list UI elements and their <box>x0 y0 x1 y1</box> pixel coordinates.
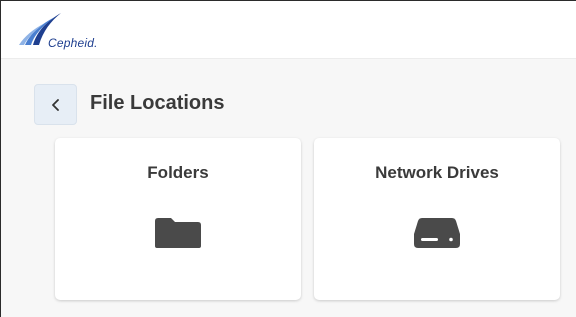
page-title: File Locations <box>90 92 225 114</box>
hard-drive-icon <box>414 218 460 248</box>
app-window: Cepheid. File Locations Folders Network … <box>0 0 576 317</box>
chevron-left-icon <box>51 98 59 111</box>
app-header: Cepheid. <box>1 1 576 59</box>
cepheid-logo: Cepheid. <box>19 11 139 53</box>
folders-label: Folders <box>147 163 209 182</box>
logo-text: Cepheid. <box>48 36 98 50</box>
folders-card[interactable]: Folders <box>55 138 301 300</box>
back-button[interactable] <box>34 84 77 125</box>
network-drives-label: Network Drives <box>375 163 499 182</box>
folder-icon <box>155 218 201 248</box>
network-drives-card[interactable]: Network Drives <box>314 138 560 300</box>
